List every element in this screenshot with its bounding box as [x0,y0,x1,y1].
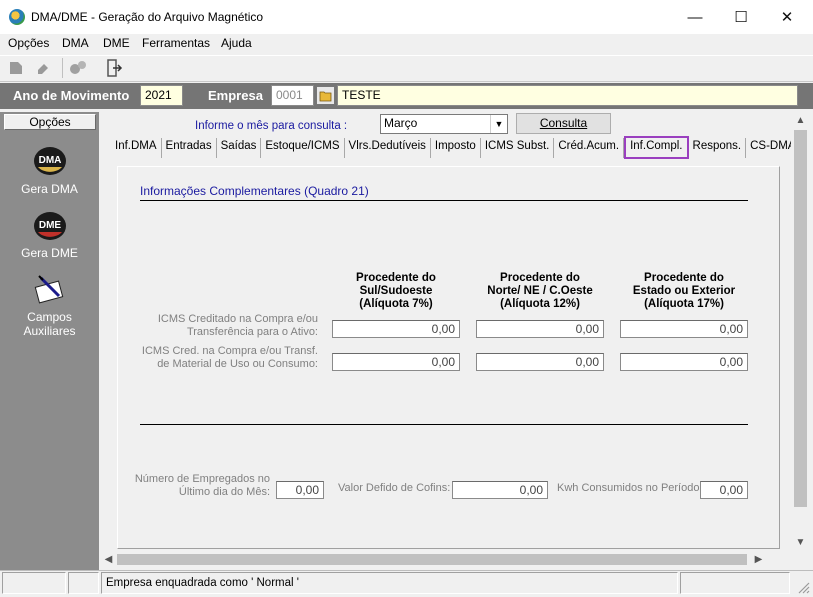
exit-door-icon[interactable] [104,58,124,78]
status-cell-4 [680,572,790,594]
scroll-up-icon[interactable]: ▲ [792,112,809,129]
toolbar-separator [62,58,63,78]
col-head-sul-sudoeste: Procedente do Sul/Sudoeste (Alíquota 7%) [356,272,436,310]
uso-norte-input[interactable]: 0,00 [476,353,604,371]
vertical-scroll-thumb[interactable] [794,130,807,507]
uso-estado-input[interactable]: 0,00 [620,353,748,371]
scroll-right-icon[interactable]: ▶ [750,551,767,568]
menu-opcoes[interactable]: Opções [8,36,49,50]
month-hint: Informe o mês para consulta : [195,120,348,132]
status-text: Empresa enquadrada como ' Normal ' [101,572,678,594]
auxiliary-fields-icon [33,274,67,304]
svg-text:DME: DME [39,220,62,231]
section-divider [140,200,748,201]
menu-dma[interactable]: DMA [62,36,89,50]
options-header: Opções [4,114,96,130]
tab-saidas[interactable]: Saídas [217,138,262,158]
month-select-value: Março [384,116,418,130]
gears-icon[interactable] [68,58,88,78]
tab-inf-compl[interactable]: Inf.Compl. [624,136,689,159]
tab-inf-dma[interactable]: Inf.DMA [111,138,162,158]
tab-respons[interactable]: Respons. [689,138,747,158]
empresa-name-field[interactable]: TESTE [337,85,798,106]
month-select[interactable]: Março ▼ [380,114,508,134]
section-title: Informações Complementares (Quadro 21) [140,184,369,198]
kwh-input[interactable]: 0,00 [700,481,748,499]
gera-dme-label: Gera DME [21,246,78,260]
ano-label: Ano de Movimento [13,88,130,103]
maximize-button[interactable]: ☐ [718,0,764,34]
content-divider [140,424,748,425]
row-label-ativo: ICMS Creditado na Compra e/ou Transferênc… [157,313,318,338]
window-title: DMA/DME - Geração do Arquivo Magnético [31,10,264,24]
col-head-estado-exterior: Procedente do Estado ou Exterior (Alíquota… [632,272,736,310]
chevron-down-icon[interactable]: ▼ [490,115,507,133]
menu-ferramentas[interactable]: Ferramentas [142,36,210,50]
col-head-norte-ne-coeste: Procedente do Norte/ NE / C.Oeste (Alíquot… [487,272,593,310]
tab-vlrs-dedutiveis[interactable]: Vlrs.Dedutíveis [345,138,431,158]
svg-text:DMA: DMA [39,155,62,166]
tab-bar: Inf.DMA Entradas Saídas Estoque/ICMS Vlr… [111,136,801,159]
campos-auxiliares-label: Campos Auxiliares [23,310,76,338]
employees-input[interactable]: 0,00 [276,481,324,499]
tab-entradas[interactable]: Entradas [162,138,217,158]
ativo-norte-input[interactable]: 0,00 [476,320,604,338]
consulta-button[interactable]: Consulta [516,113,611,134]
status-cell-2 [68,572,99,594]
minimize-button[interactable]: — [672,0,718,34]
cofins-label: Valor Defido de Cofins: [338,482,451,494]
row-label-uso-consumo: ICMS Cred. na Compra e/ou Transf. de Mate… [141,345,318,370]
uso-sul-input[interactable]: 0,00 [332,353,460,371]
ano-field[interactable]: 2021 [140,85,183,106]
empresa-label: Empresa [208,88,263,103]
dme-icon: DME [33,211,67,241]
close-button[interactable]: ✕ [764,0,810,34]
kwh-label: Kwh Consumidos no Período: [557,482,703,494]
menu-dme[interactable]: DME [103,36,130,50]
status-cell-1 [2,572,66,594]
open-folder-icon [319,91,331,101]
tab-icms-subst[interactable]: ICMS Subst. [481,138,555,158]
eraser-icon[interactable] [33,58,53,78]
resize-grip-icon[interactable] [796,580,810,594]
cofins-input[interactable]: 0,00 [452,481,548,499]
tab-cred-acum[interactable]: Créd.Acum. [554,138,625,158]
scroll-down-icon[interactable]: ▼ [792,534,809,551]
app-icon [9,9,25,25]
scroll-left-icon[interactable]: ◀ [100,551,117,568]
tab-estoque-icms[interactable]: Estoque/ICMS [261,138,345,158]
ativo-estado-input[interactable]: 0,00 [620,320,748,338]
horizontal-scroll-thumb[interactable] [117,554,747,565]
employees-label: Número de Empregados no Último dia do Mês… [134,473,270,498]
ativo-sul-input[interactable]: 0,00 [332,320,460,338]
gera-dma-label: Gera DMA [21,182,78,196]
open-folder-button[interactable] [316,86,335,105]
menu-ajuda[interactable]: Ajuda [221,36,252,50]
new-document-icon[interactable] [6,58,26,78]
empresa-code-field[interactable]: 0001 [271,85,314,106]
dma-icon: DMA [33,146,67,176]
tab-imposto[interactable]: Imposto [431,138,481,158]
